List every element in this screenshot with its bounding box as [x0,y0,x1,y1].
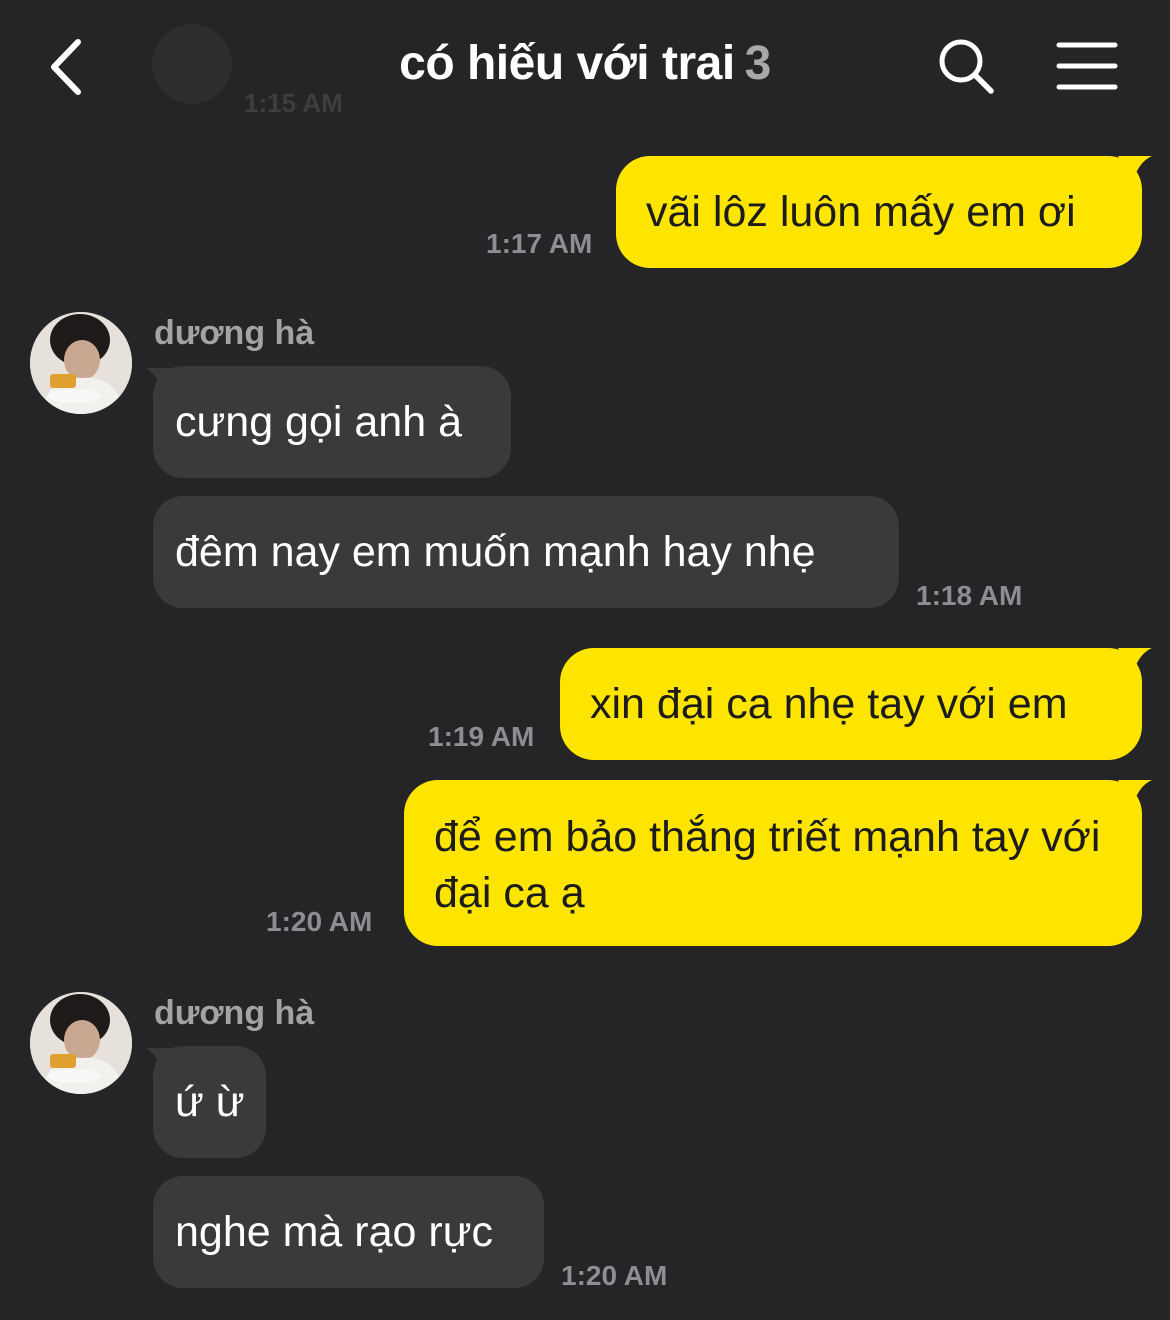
message-timestamp: 1:17 AM [486,228,593,259]
message-timestamp: 1:18 AM [916,580,1023,611]
sender-name: dương hà [154,314,315,352]
message-timestamp: 1:20 AM [561,1260,668,1291]
bubble-tail [1118,780,1152,808]
incoming-message-bubble[interactable]: ứ ừ [153,1046,266,1158]
bubble-tail [1118,156,1152,184]
chat-title-text: có hiếu với trai [399,37,735,90]
outgoing-message-bubble[interactable]: vãi lôz luôn mấy em ơi [616,156,1142,268]
incoming-message-bubble[interactable]: cưng gọi anh à [153,366,511,478]
member-count: 3 [744,37,772,90]
avatar[interactable] [30,992,132,1094]
outgoing-message-bubble[interactable]: để em bảo thắng triết mạnh tay với đại c… [404,780,1142,946]
outgoing-message-bubble[interactable]: xin đại ca nhẹ tay với em [560,648,1142,760]
sender-name: dương hà [154,994,315,1032]
search-icon[interactable] [936,36,996,96]
chat-header: có hiếu với trai 3 [0,0,1170,135]
message-timestamp: 1:19 AM [428,721,535,752]
bubble-tail [1118,648,1152,676]
incoming-message-bubble[interactable]: nghe mà rạo rực [153,1176,544,1288]
menu-icon[interactable] [1056,40,1118,92]
avatar[interactable] [30,312,132,414]
message-timestamp: 1:20 AM [266,906,373,937]
incoming-message-bubble[interactable]: đêm nay em muốn mạnh hay nhẹ [153,496,899,608]
